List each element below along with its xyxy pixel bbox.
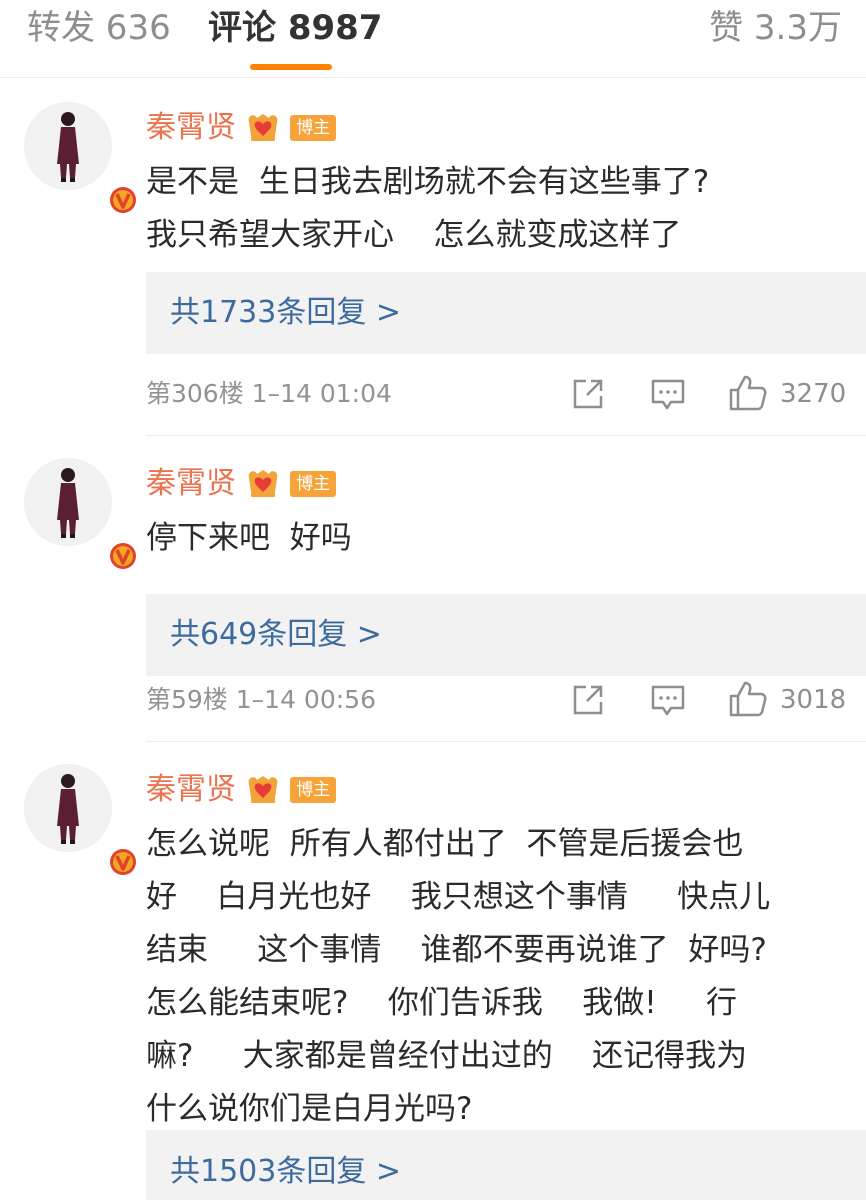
like-icon[interactable] bbox=[728, 374, 768, 412]
replies-box[interactable]: 共1733条回复 > bbox=[146, 272, 866, 354]
comment-item: 秦霄贤 博主 怎么说呢 所有人都付出了 不管是后援会也 好 白月光也好 我只想这… bbox=[0, 742, 866, 1200]
username[interactable]: 秦霄贤 bbox=[146, 772, 236, 807]
floor-timestamp: 第59楼 1–14 00:56 bbox=[146, 685, 376, 714]
reply-icon[interactable] bbox=[650, 378, 686, 412]
comment-item: 秦霄贤 博主 停下来吧 好吗 共649条回复 > 第59楼 1–14 00:56… bbox=[0, 436, 866, 742]
comment-text: 停下来吧 好吗 bbox=[146, 520, 352, 556]
verified-icon bbox=[107, 540, 139, 572]
comment-item: 秦霄贤 博主 是不是 生日我去剧场就不会有这些事了? 我只希望大家开心 怎么就变… bbox=[0, 80, 866, 436]
view-replies-link[interactable]: 共1503条回复 > bbox=[170, 1130, 401, 1200]
comment-text: 怎么说呢 所有人都付出了 不管是后援会也 好 白月光也好 我只想这个事情 快点儿… bbox=[146, 826, 771, 1127]
tab-likes[interactable]: 赞 3.3万 bbox=[709, 8, 842, 48]
like-count: 3018 bbox=[780, 685, 847, 715]
replies-box[interactable]: 共1503条回复 > bbox=[146, 1130, 866, 1200]
comment-text: 是不是 生日我去剧场就不会有这些事了? 我只希望大家开心 怎么就变成这样了 bbox=[146, 164, 710, 253]
like-icon[interactable] bbox=[728, 680, 768, 718]
author-row: 秦霄贤 博主 bbox=[146, 464, 337, 504]
replies-box[interactable]: 共649条回复 > bbox=[146, 594, 866, 676]
share-icon[interactable] bbox=[570, 376, 606, 412]
avatar-figure bbox=[24, 458, 112, 546]
op-badge: 博主 bbox=[290, 115, 337, 141]
like-count: 3270 bbox=[780, 379, 847, 409]
tab-comments[interactable]: 评论 8987 bbox=[208, 8, 382, 48]
view-replies-link[interactable]: 共1733条回复 > bbox=[170, 272, 401, 354]
crown-icon[interactable] bbox=[245, 468, 281, 500]
tab-reposts[interactable]: 转发 636 bbox=[27, 8, 171, 48]
view-replies-link[interactable]: 共649条回复 > bbox=[170, 594, 382, 676]
reply-icon[interactable] bbox=[650, 684, 686, 718]
author-row: 秦霄贤 博主 bbox=[146, 108, 337, 148]
crown-icon[interactable] bbox=[245, 774, 281, 806]
floor-timestamp: 第306楼 1–14 01:04 bbox=[146, 379, 392, 408]
verified-icon bbox=[107, 184, 139, 216]
crown-icon[interactable] bbox=[245, 112, 281, 144]
comment-meta: 第59楼 1–14 00:56 3018 bbox=[146, 680, 866, 720]
active-tab-indicator bbox=[250, 64, 332, 70]
username[interactable]: 秦霄贤 bbox=[146, 466, 236, 501]
avatar-figure bbox=[24, 102, 112, 190]
verified-icon bbox=[107, 846, 139, 878]
avatar-figure bbox=[24, 764, 112, 852]
tab-bar: 转发 636 评论 8987 赞 3.3万 bbox=[0, 0, 866, 78]
op-badge: 博主 bbox=[290, 471, 337, 497]
avatar[interactable] bbox=[24, 458, 139, 572]
op-badge: 博主 bbox=[290, 777, 337, 803]
comment-meta: 第306楼 1–14 01:04 3270 bbox=[146, 374, 866, 414]
author-row: 秦霄贤 博主 bbox=[146, 770, 337, 810]
share-icon[interactable] bbox=[570, 682, 606, 718]
avatar[interactable] bbox=[24, 102, 139, 216]
username[interactable]: 秦霄贤 bbox=[146, 110, 236, 145]
avatar[interactable] bbox=[24, 764, 139, 878]
